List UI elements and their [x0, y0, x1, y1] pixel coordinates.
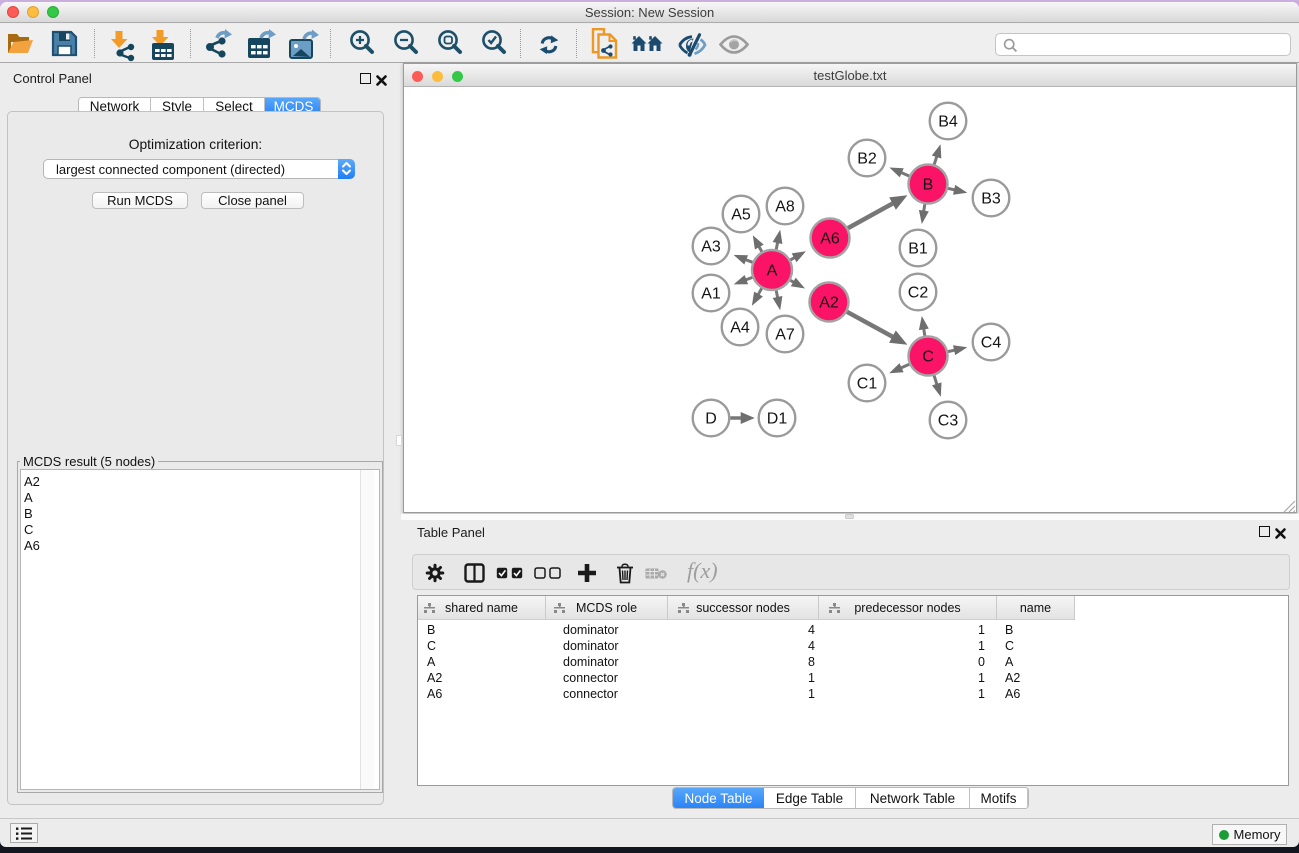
svg-text:C3: C3	[938, 413, 959, 430]
svg-text:C1: C1	[857, 376, 878, 393]
svg-text:B2: B2	[857, 151, 877, 168]
svg-text:A3: A3	[701, 239, 721, 256]
svg-text:A4: A4	[730, 320, 750, 337]
svg-text:A7: A7	[775, 327, 795, 344]
svg-text:B4: B4	[938, 114, 958, 131]
svg-text:B: B	[923, 177, 934, 194]
svg-text:A8: A8	[775, 199, 795, 216]
svg-text:B1: B1	[908, 241, 928, 258]
svg-text:A: A	[767, 263, 778, 280]
svg-text:C: C	[922, 349, 934, 366]
svg-text:A2: A2	[819, 295, 839, 312]
svg-text:D1: D1	[767, 411, 788, 428]
svg-text:A5: A5	[731, 207, 751, 224]
svg-text:B3: B3	[981, 191, 1001, 208]
svg-text:D: D	[705, 411, 717, 428]
svg-text:C4: C4	[981, 335, 1002, 352]
svg-text:A1: A1	[701, 286, 721, 303]
svg-text:A6: A6	[820, 231, 840, 248]
svg-text:C2: C2	[908, 285, 929, 302]
